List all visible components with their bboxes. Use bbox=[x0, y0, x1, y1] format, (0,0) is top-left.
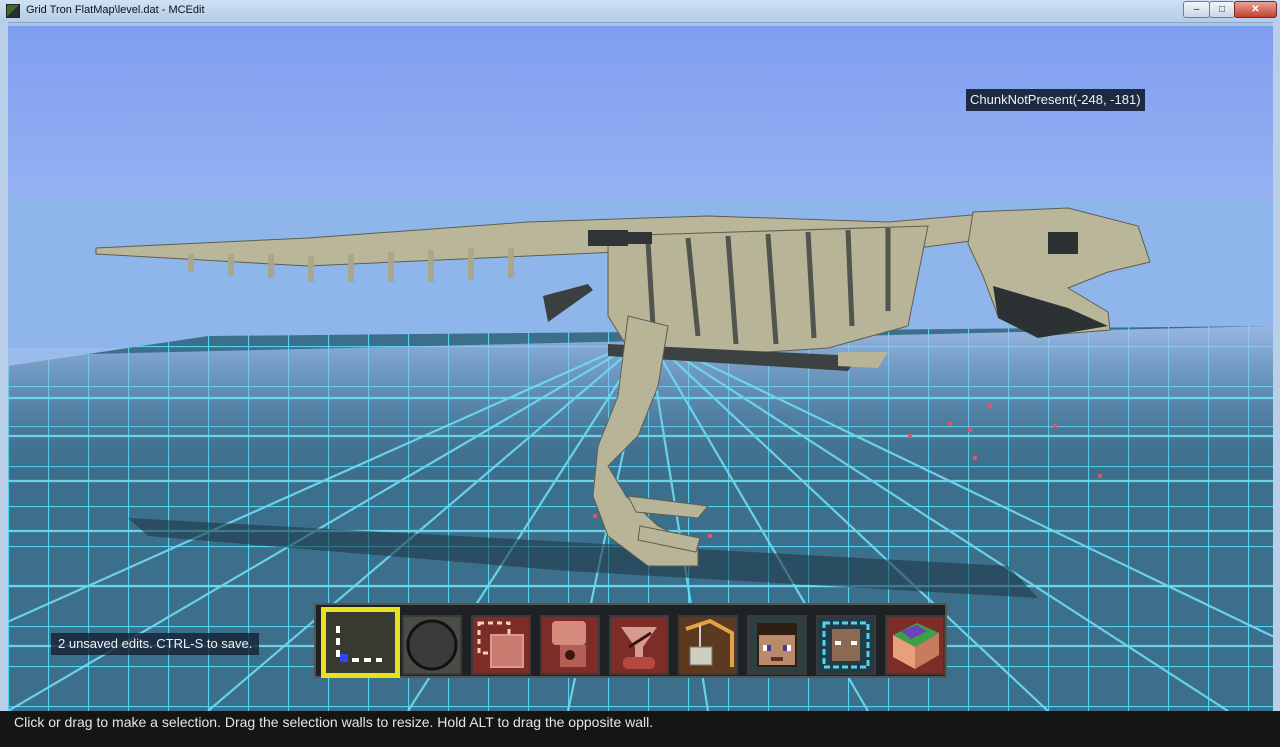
tool-filter-button[interactable] bbox=[609, 615, 669, 675]
window-title: Grid Tron FlatMap\level.dat - MCEdit bbox=[26, 4, 205, 16]
tool-select-button[interactable] bbox=[321, 607, 400, 678]
tool-chunk-button[interactable] bbox=[885, 615, 945, 675]
import-crane-icon bbox=[680, 617, 736, 673]
spawn-icon bbox=[818, 617, 874, 673]
fill-icon bbox=[542, 617, 598, 673]
tool-brush-button[interactable] bbox=[402, 615, 462, 675]
chunk-status-tooltip: ChunkNotPresent(-248, -181) bbox=[966, 89, 1145, 111]
minimize-button[interactable]: – bbox=[1183, 1, 1210, 18]
close-button[interactable]: ✕ bbox=[1234, 1, 1277, 18]
filter-icon bbox=[611, 617, 667, 673]
tool-spawn-button[interactable] bbox=[816, 615, 876, 675]
tool-import-button[interactable] bbox=[678, 615, 738, 675]
clone-icon bbox=[473, 617, 529, 673]
unsaved-edits-notice: 2 unsaved edits. CTRL-S to save. bbox=[51, 633, 260, 655]
window-frame-right bbox=[1273, 22, 1280, 711]
mcedit-app-icon bbox=[6, 4, 20, 18]
tool-player-button[interactable] bbox=[747, 615, 807, 675]
chunk-icon bbox=[887, 617, 943, 673]
tool-clone-button[interactable] bbox=[471, 615, 531, 675]
window-frame-left bbox=[0, 22, 8, 711]
brush-circle-icon bbox=[404, 617, 460, 673]
select-corner-icon bbox=[326, 612, 395, 673]
maximize-button[interactable]: □ bbox=[1209, 1, 1235, 18]
title-bar[interactable]: Grid Tron FlatMap\level.dat - MCEdit – □… bbox=[0, 0, 1280, 23]
tool-fill-button[interactable] bbox=[540, 615, 600, 675]
mcedit-window: Grid Tron FlatMap\level.dat - MCEdit – □… bbox=[0, 0, 1280, 747]
player-head-icon bbox=[749, 617, 805, 673]
tool-hotbar bbox=[314, 603, 947, 678]
status-hint-text: Click or drag to make a selection. Drag … bbox=[14, 714, 654, 730]
